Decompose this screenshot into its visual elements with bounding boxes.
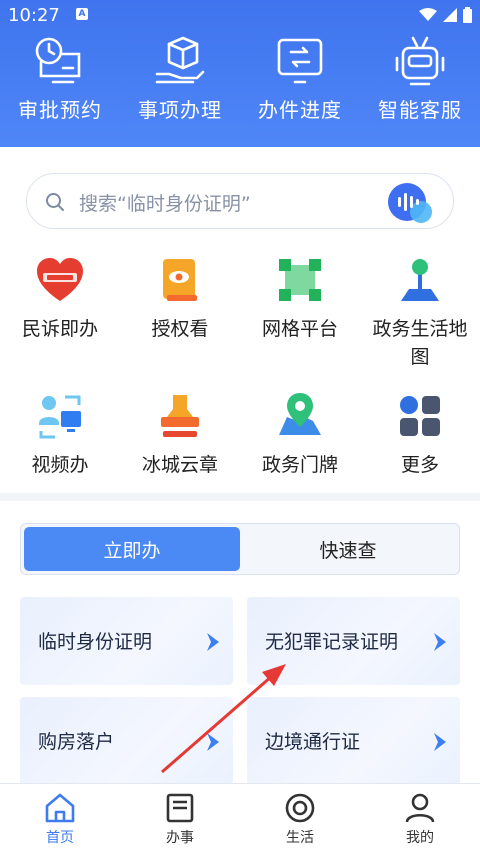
nav-label: 首页 [46,830,74,846]
stamp-icon [161,395,199,437]
service-grid: 民诉即办 授权看 网格平台 政务生活地图 视频办 冰城云章 政务门牌 更多 [0,255,480,527]
service-label: 政务生活地图 [372,318,468,368]
nav-label: 我的 [406,830,434,846]
service-label: 授权看 [151,318,209,340]
top-action-label: 审批预约 [18,98,102,122]
chevron-right-icon [207,733,219,751]
card-label: 临时身份证明 [38,631,153,653]
top-action-label: 办件进度 [258,98,342,122]
tab-quick-check[interactable]: 快速查 [240,527,456,571]
signal-icon [443,8,457,22]
wifi-icon [419,8,437,21]
service-label: 民诉即办 [21,318,98,340]
section-divider [0,493,480,501]
nav-label: 生活 [286,830,314,846]
service-label: 冰城云章 [141,454,218,476]
tab-immediate[interactable]: 立即办 [24,527,240,571]
status-bar: 10:27 A [0,0,480,30]
chevron-right-icon [207,633,219,651]
service-item[interactable]: 冰城云章 [120,391,240,527]
search-placeholder: 搜索“临时身份证明” [79,193,251,215]
service-item[interactable]: 民诉即办 [0,255,120,391]
nav-profile[interactable]: 我的 [360,784,480,853]
battery-icon [463,7,472,23]
video-call-icon [39,395,81,439]
search-icon [46,193,64,211]
service-label: 更多 [400,454,439,476]
nav-label: 办事 [166,830,194,846]
heart-12345-icon [37,258,83,301]
chevron-right-icon [434,733,446,751]
search-bar[interactable]: 搜索“临时身份证明” [26,173,454,229]
voice-assistant-icon[interactable] [387,182,433,226]
status-indicators [419,7,472,23]
service-item[interactable]: 更多 [360,391,480,527]
eye-book-icon [163,259,197,301]
top-action-approval[interactable]: 审批预约 [0,34,120,123]
clock-desk-icon [35,37,81,84]
service-item[interactable]: 政务生活地图 [360,255,480,391]
bottom-navigation: 首页 办事 生活 我的 [0,783,480,853]
service-card[interactable]: 购房落户 [20,697,233,785]
header-banner: 10:27 A 审批预约 事项办理 办件进度 智能客服 [0,0,480,147]
card-label: 边境通行证 [265,731,361,753]
service-item[interactable]: 网格平台 [240,255,360,391]
card-label: 无犯罪记录证明 [265,631,399,653]
service-label: 视频办 [31,454,89,476]
status-time: 10:27 [8,5,60,26]
box-hand-icon [155,36,205,84]
tab-switcher: 立即办 快速查 [20,523,460,575]
home-icon [45,793,75,823]
nav-life[interactable]: 生活 [240,784,360,853]
service-item[interactable]: 授权看 [120,255,240,391]
service-item[interactable]: 视频办 [0,391,120,527]
top-actions: 审批预约 事项办理 办件进度 智能客服 [0,34,480,123]
map-pin-icon [401,259,439,301]
service-label: 网格平台 [261,318,338,340]
service-item[interactable]: 政务门牌 [240,391,360,527]
top-action-label: 智能客服 [378,98,462,122]
progress-screen-icon [277,38,323,84]
more-grid-icon [400,396,440,436]
document-icon [166,793,194,823]
top-action-label: 事项办理 [138,98,222,122]
chevron-right-icon [434,633,446,651]
nav-affairs[interactable]: 办事 [120,784,240,853]
user-icon [405,793,435,823]
service-card[interactable]: 临时身份证明 [20,597,233,685]
service-card[interactable]: 无犯罪记录证明 [247,597,460,685]
nav-home[interactable]: 首页 [0,784,120,853]
grid-nodes-icon [279,259,321,301]
robot-icon [395,36,445,86]
main-content: 搜索“临时身份证明” 民诉即办 授权看 网格平台 政务生活地图 视频办 冰城云章… [0,147,480,785]
service-label: 政务门牌 [261,454,338,476]
notification-a-icon: A [76,8,88,20]
life-ring-icon [285,793,315,823]
card-label: 购房落户 [38,731,115,753]
top-action-handle[interactable]: 事项办理 [120,34,240,123]
top-action-progress[interactable]: 办件进度 [240,34,360,123]
quick-service-cards: 临时身份证明 无犯罪记录证明 购房落户 边境通行证 [20,597,460,785]
location-map-icon [279,393,321,435]
service-card[interactable]: 边境通行证 [247,697,460,785]
top-action-service[interactable]: 智能客服 [360,34,480,123]
